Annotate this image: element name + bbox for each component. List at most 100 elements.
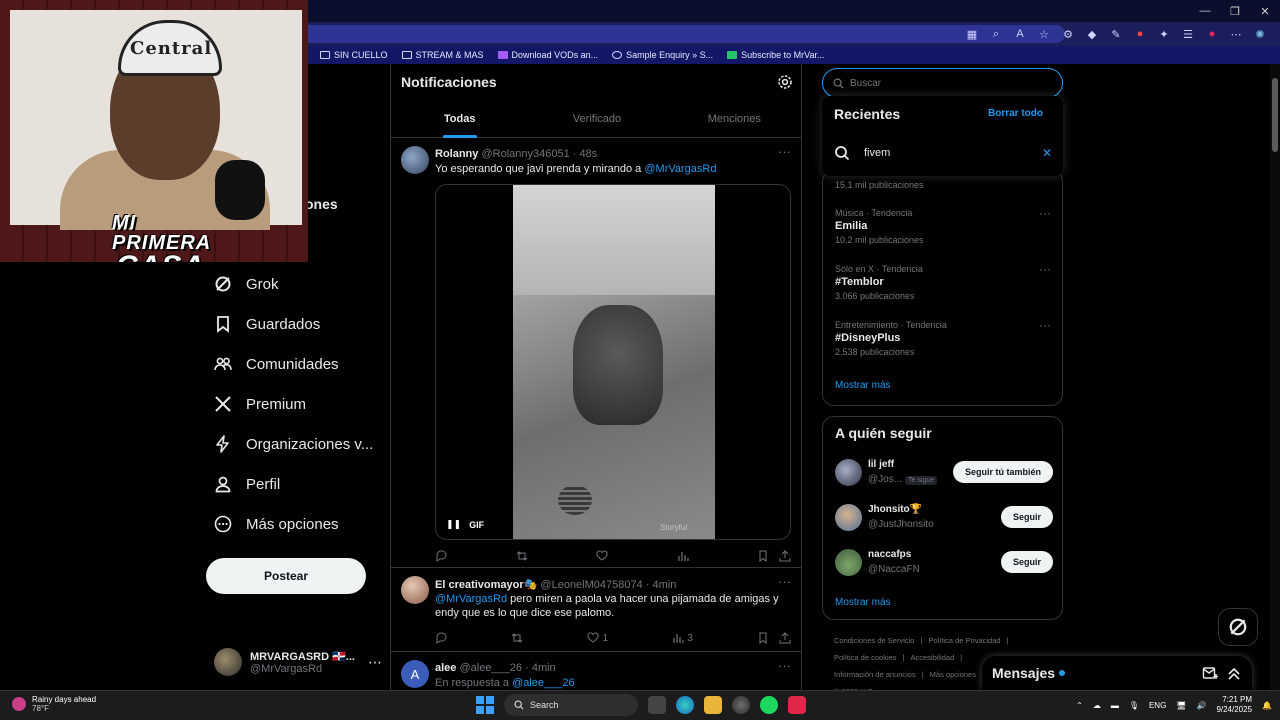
nav-item-organizaciones[interactable]: Organizaciones v... [214,430,384,458]
app-red-icon[interactable] [788,696,806,714]
gif-controls[interactable]: ❚❚ GIF [446,519,484,530]
favorites-list-icon[interactable]: ☰ [1178,24,1198,44]
trend-more-icon[interactable]: ··· [1039,262,1051,276]
more-dots-icon[interactable]: ⋯ [368,654,382,671]
nav-item-mas-opciones[interactable]: Más opciones [214,510,384,538]
extensions-puzzle-icon[interactable]: ✦ [1154,24,1174,44]
avatar[interactable] [835,504,862,531]
author-name[interactable]: Rolanny [435,148,478,160]
tab-todas[interactable]: Todas [391,108,528,138]
bookmark-sin-cuello[interactable]: SIN CUELLO [320,50,388,60]
post-media-gif[interactable]: Storyful ❚❚ GIF [435,184,791,540]
settings-gear-icon[interactable] [777,74,793,90]
language-indicator[interactable]: ENG [1149,701,1166,710]
mention-link[interactable]: @MrVargasRd [644,163,716,175]
author-name[interactable]: alee [435,662,456,674]
account-switcher[interactable]: MRVARGASRD 🇩🇴... @MrVargasRd ⋯ [214,646,382,678]
extension-pen-icon[interactable]: ✎ [1106,24,1126,44]
extension-red-icon[interactable]: ● [1130,24,1150,44]
repost-icon[interactable] [516,550,528,562]
edge-browser-icon[interactable] [676,696,694,714]
bookmark-stream-mas[interactable]: STREAM & MAS [401,50,484,60]
menu-dots-icon[interactable]: ⋯ [1226,24,1246,44]
follow-button[interactable]: Seguir [1000,551,1053,573]
expand-chevron-icon[interactable] [1226,665,1242,681]
cloud-icon[interactable]: ☁ [1093,701,1101,710]
reply-icon[interactable] [435,632,447,644]
remove-recent-icon[interactable]: ✕ [1042,146,1052,160]
nav-item-grok[interactable]: Grok [214,270,384,298]
search-box[interactable] [822,68,1063,98]
recent-search-item[interactable]: fivem ✕ [834,140,1052,166]
footer-link[interactable]: Política de cookies [834,653,897,662]
follow-suggestion[interactable]: naccafps @NaccaFN Seguir [835,547,1053,581]
microphone-icon[interactable]: 🎙 [1129,701,1139,710]
follow-button[interactable]: Seguir [1000,506,1053,528]
post-rolanny[interactable]: Rolanny @Rolanny346051 · 48s ··· Yo espe… [391,138,801,568]
messages-drawer[interactable]: Mensajes [982,656,1252,690]
follow-suggestion[interactable]: lil jeff @Jos... Te sigue Seguir tú tambi… [835,457,1053,491]
post-more-icon[interactable]: ··· [778,574,791,589]
task-view-icon[interactable] [648,696,666,714]
spotify-icon[interactable] [760,696,778,714]
share-icon[interactable] [779,550,791,562]
suggestion-name[interactable]: Jhonsito🏆 [868,504,922,515]
post-more-icon[interactable]: ··· [778,144,791,159]
share-icon[interactable] [779,632,791,644]
trend-item[interactable]: Música · Tendencia Emilia 10,2 mil publi… [835,206,1055,245]
post-alee[interactable]: A alee @alee___26 · 4min ··· En respuest… [391,652,801,690]
footer-link[interactable]: Condiciones de Servicio [834,636,914,645]
nav-item-premium[interactable]: Premium [214,390,384,418]
trend-item[interactable]: Entretenimiento · Tendencia #DisneyPlus … [835,318,1055,357]
read-aloud-icon[interactable]: A [1010,24,1030,44]
mention-link[interactable]: @MrVargasRd [435,593,507,605]
notification-bell-icon[interactable]: 🔔 [1262,701,1272,710]
extension-diamond-icon[interactable]: ◆ [1082,24,1102,44]
footer-link[interactable]: Más opciones [930,670,976,679]
page-scrollbar[interactable] [1270,64,1280,690]
clock[interactable]: 7:21 PM 9/24/2025 [1216,695,1252,715]
avatar[interactable] [401,576,429,604]
trend-item[interactable]: Solo en X · Tendencia #Temblor 3.066 pub… [835,262,1055,301]
minimize-icon[interactable]: — [1190,0,1220,22]
trend-more-icon[interactable]: ··· [1039,206,1051,220]
scrollbar-thumb[interactable] [1272,78,1278,152]
bookmark-download-vods[interactable]: Download VODs an... [497,50,598,60]
grok-fab-button[interactable] [1218,608,1258,646]
post-more-icon[interactable]: ··· [778,658,791,673]
avatar[interactable] [835,549,862,576]
bookmark-sample-enquiry[interactable]: Sample Enquiry » S... [612,50,713,60]
trend-more-icon[interactable]: ··· [1039,318,1051,332]
suggestion-name[interactable]: naccafps [868,549,911,560]
taskbar-search[interactable]: Search [504,694,638,716]
close-window-icon[interactable]: ✕ [1250,0,1280,22]
nav-item-partial-label[interactable]: ones [305,196,338,212]
tray-app-icon[interactable]: ▬ [1111,701,1119,710]
extension-icon[interactable]: ⚙ [1058,24,1078,44]
pause-icon[interactable]: ❚❚ [446,519,461,530]
favorite-star-icon[interactable]: ☆ [1034,24,1054,44]
clear-all-button[interactable]: Borrar todo [988,108,1043,119]
who-to-follow-show-more[interactable]: Mostrar más [835,597,891,608]
bookmark-subscribe[interactable]: Subscribe to MrVar... [727,50,825,60]
footer-link[interactable]: Información de anuncios [834,670,916,679]
views-button[interactable]: 3 [672,632,693,644]
profile-avatar-icon[interactable]: ● [1202,24,1222,44]
nav-item-comunidades[interactable]: Comunidades [214,350,384,378]
weather-widget[interactable]: Rainy days ahead 78°F [12,695,96,713]
like-icon[interactable] [596,550,608,562]
like-button[interactable]: 1 [587,632,608,644]
footer-link[interactable]: Accesibilidad [911,653,955,662]
mention-link[interactable]: @alee___26 [512,677,575,689]
repost-icon[interactable] [511,632,523,644]
post-button[interactable]: Postear [206,558,366,594]
bookmark-action-icon[interactable] [757,550,769,562]
tab-menciones[interactable]: Menciones [666,108,801,138]
copilot-icon[interactable]: ✺ [1250,24,1270,44]
maximize-icon[interactable]: ❐ [1220,0,1250,22]
author-name[interactable]: El creativomayor🎭 [435,579,537,591]
reply-icon[interactable] [435,550,447,562]
trends-show-more[interactable]: Mostrar más [835,380,891,391]
follow-back-button[interactable]: Seguir tú también [952,461,1053,483]
network-icon[interactable]: 🖥 [1176,701,1186,710]
